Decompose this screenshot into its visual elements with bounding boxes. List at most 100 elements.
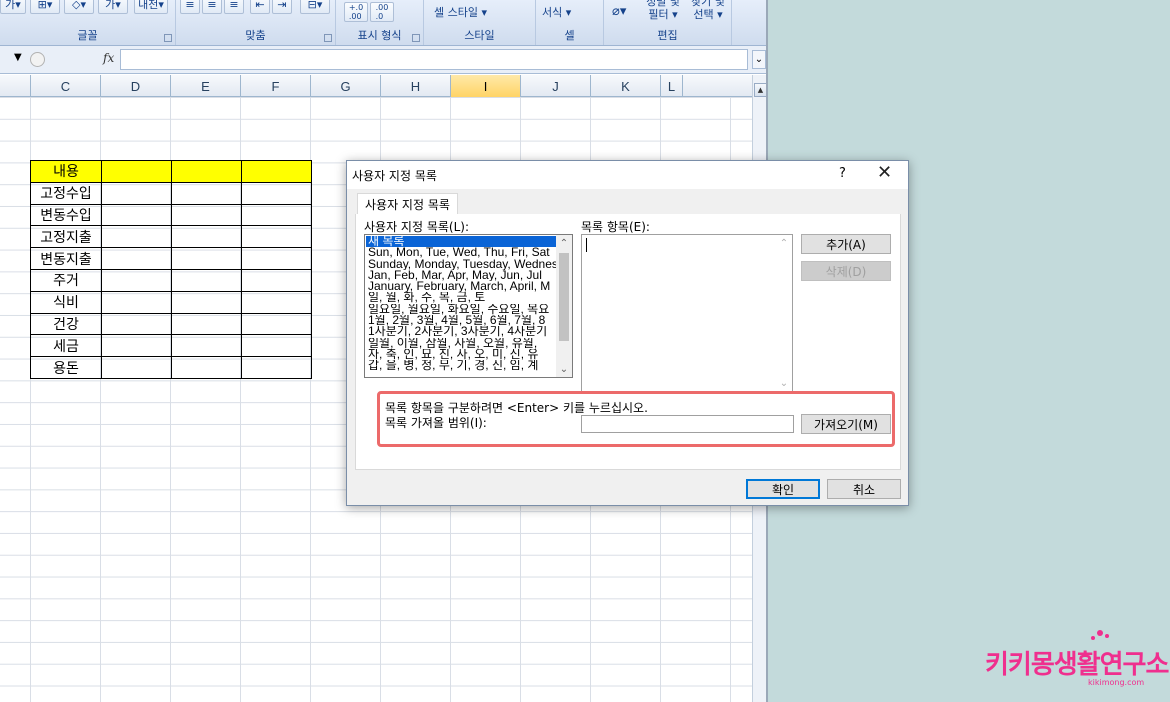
decimal-decrease-icon[interactable]: .00.0 (370, 2, 394, 22)
table-cell-label[interactable]: 고정지출 (30, 225, 102, 249)
list-item[interactable]: 일요일, 월요일, 화요일, 수요일, 목요 (366, 304, 557, 315)
table-cell-label[interactable]: 주거 (30, 268, 102, 292)
lists-scroll-thumb[interactable] (559, 253, 569, 341)
chevron-down-icon[interactable]: ⌄ (776, 375, 792, 391)
add-button[interactable]: 추가(A) (801, 234, 891, 254)
list-item[interactable]: 일월, 이월, 삼월, 사월, 오월, 유월, (366, 338, 557, 349)
column-header-i[interactable]: I (451, 75, 521, 97)
table-cell[interactable] (241, 247, 312, 270)
table-cell[interactable] (171, 160, 242, 183)
table-cell[interactable] (101, 203, 172, 227)
import-button[interactable]: 가져오기(M) (801, 414, 891, 434)
list-item[interactable]: 새 목록 (366, 236, 557, 248)
table-cell[interactable] (241, 268, 312, 292)
column-header-e[interactable]: E (171, 75, 241, 97)
table-cell[interactable] (241, 225, 312, 249)
phonetic-icon[interactable]: 내천▾ (134, 0, 168, 14)
list-entries-textarea[interactable]: ⌃ ⌄ (581, 234, 793, 392)
list-item[interactable]: Sun, Mon, Tue, Wed, Thu, Fri, Sat (366, 247, 557, 258)
formula-cancel-icon[interactable] (30, 52, 45, 67)
scroll-up-icon[interactable]: ▲ (754, 83, 766, 97)
lists-scrollbar[interactable]: ⌃ ⌄ (556, 235, 572, 377)
table-cell[interactable] (101, 290, 172, 314)
help-button[interactable]: ? (839, 166, 846, 181)
table-cell[interactable] (171, 203, 242, 227)
font-color-icon[interactable]: 가▾ (98, 0, 128, 14)
table-cell[interactable] (241, 290, 312, 314)
table-cell[interactable] (101, 247, 172, 270)
formula-expand-icon[interactable]: ⌄ (752, 50, 766, 69)
table-cell[interactable] (101, 181, 172, 205)
list-item[interactable]: Jan, Feb, Mar, Apr, May, Jun, Jul (366, 270, 557, 281)
table-cell[interactable] (241, 312, 312, 336)
table-cell[interactable] (241, 356, 312, 379)
table-cell[interactable] (171, 225, 242, 249)
table-cell-label[interactable]: 식비 (30, 290, 102, 314)
table-cell-label[interactable]: 건강 (30, 312, 102, 336)
list-item[interactable]: Sunday, Monday, Tuesday, Wednesday (366, 259, 557, 270)
formula-input[interactable] (120, 49, 748, 70)
column-header-l[interactable]: L (661, 75, 683, 97)
table-cell[interactable] (101, 356, 172, 379)
column-header-d[interactable]: D (101, 75, 171, 97)
row-header-corner[interactable] (0, 75, 31, 97)
number-launcher-icon[interactable] (412, 34, 420, 42)
sort-filter-button[interactable]: 정렬 및 필터 ▾ (642, 0, 684, 21)
table-cell[interactable] (171, 356, 242, 379)
format-button[interactable]: 서식 ▾ (542, 4, 571, 20)
table-cell[interactable] (101, 312, 172, 336)
list-item[interactable]: 일, 월, 화, 수, 목, 금, 토 (366, 292, 557, 303)
chevron-up-icon[interactable]: ⌃ (556, 235, 572, 251)
list-item[interactable]: 1사분기, 2사분기, 3사분기, 4사분기 (366, 326, 557, 337)
cancel-button[interactable]: 취소 (827, 479, 901, 499)
close-icon[interactable]: ✕ (877, 163, 892, 183)
list-item[interactable]: January, February, March, April, M (366, 281, 557, 292)
table-cell[interactable] (171, 268, 242, 292)
table-cell-label[interactable]: 내용 (30, 160, 102, 183)
column-header-g[interactable]: G (311, 75, 381, 97)
table-cell[interactable] (241, 160, 312, 183)
table-cell[interactable] (101, 268, 172, 292)
table-cell-label[interactable]: 변동지출 (30, 247, 102, 270)
table-cell[interactable] (241, 181, 312, 205)
list-item[interactable]: 갑, 을, 병, 정, 무, 기, 경, 신, 임, 계 (366, 360, 557, 371)
clear-icon[interactable]: ⌀▾ (612, 4, 626, 19)
list-item[interactable]: 1월, 2월, 3월, 4월, 5월, 6월, 7월, 8 (366, 315, 557, 326)
tab-custom-lists[interactable]: 사용자 지정 목록 (357, 193, 458, 215)
table-cell-label[interactable]: 세금 (30, 334, 102, 358)
table-cell[interactable] (171, 334, 242, 358)
borders-icon[interactable]: ⊞▾ (30, 0, 60, 14)
table-cell-label[interactable]: 용돈 (30, 356, 102, 379)
column-header-c[interactable]: C (31, 75, 101, 97)
table-cell[interactable] (101, 225, 172, 249)
column-header-f[interactable]: F (241, 75, 311, 97)
alignment-launcher-icon[interactable] (324, 34, 332, 42)
table-cell[interactable] (241, 203, 312, 227)
column-header-h[interactable]: H (381, 75, 451, 97)
cell-styles-button[interactable]: 셀 스타일 ▾ (434, 4, 487, 20)
table-cell[interactable] (171, 181, 242, 205)
align-right-icon[interactable]: ≡ (224, 0, 244, 14)
entries-scrollbar[interactable]: ⌃ ⌄ (776, 235, 792, 391)
table-cell[interactable] (171, 247, 242, 270)
table-cell[interactable] (171, 290, 242, 314)
table-cell[interactable] (241, 334, 312, 358)
column-header-k[interactable]: K (591, 75, 661, 97)
column-header-j[interactable]: J (521, 75, 591, 97)
decrease-indent-icon[interactable]: ⇤ (250, 0, 270, 14)
font-launcher-icon[interactable] (164, 34, 172, 42)
chevron-down-icon[interactable]: ⌄ (556, 361, 572, 377)
ok-button[interactable]: 확인 (746, 479, 820, 499)
insert-function-icon[interactable]: fx (103, 51, 114, 65)
decimal-increase-icon[interactable]: +.0.00 (344, 2, 368, 22)
table-cell-label[interactable]: 변동수입 (30, 203, 102, 227)
custom-lists-listbox[interactable]: 새 목록 Sun, Mon, Tue, Wed, Thu, Fri, Sat Sun… (364, 234, 573, 378)
table-cell[interactable] (101, 160, 172, 183)
name-box-dropdown-icon[interactable]: ▼ (14, 52, 22, 63)
find-select-button[interactable]: 찾기 및 선택 ▾ (686, 0, 730, 21)
align-center-icon[interactable]: ≡ (202, 0, 222, 14)
fill-color-icon[interactable]: ◇▾ (64, 0, 94, 14)
list-item[interactable]: 자, 축, 인, 묘, 진, 사, 오, 미, 신, 유 (366, 349, 557, 360)
import-range-input[interactable] (581, 415, 794, 433)
chevron-up-icon[interactable]: ⌃ (776, 235, 792, 251)
